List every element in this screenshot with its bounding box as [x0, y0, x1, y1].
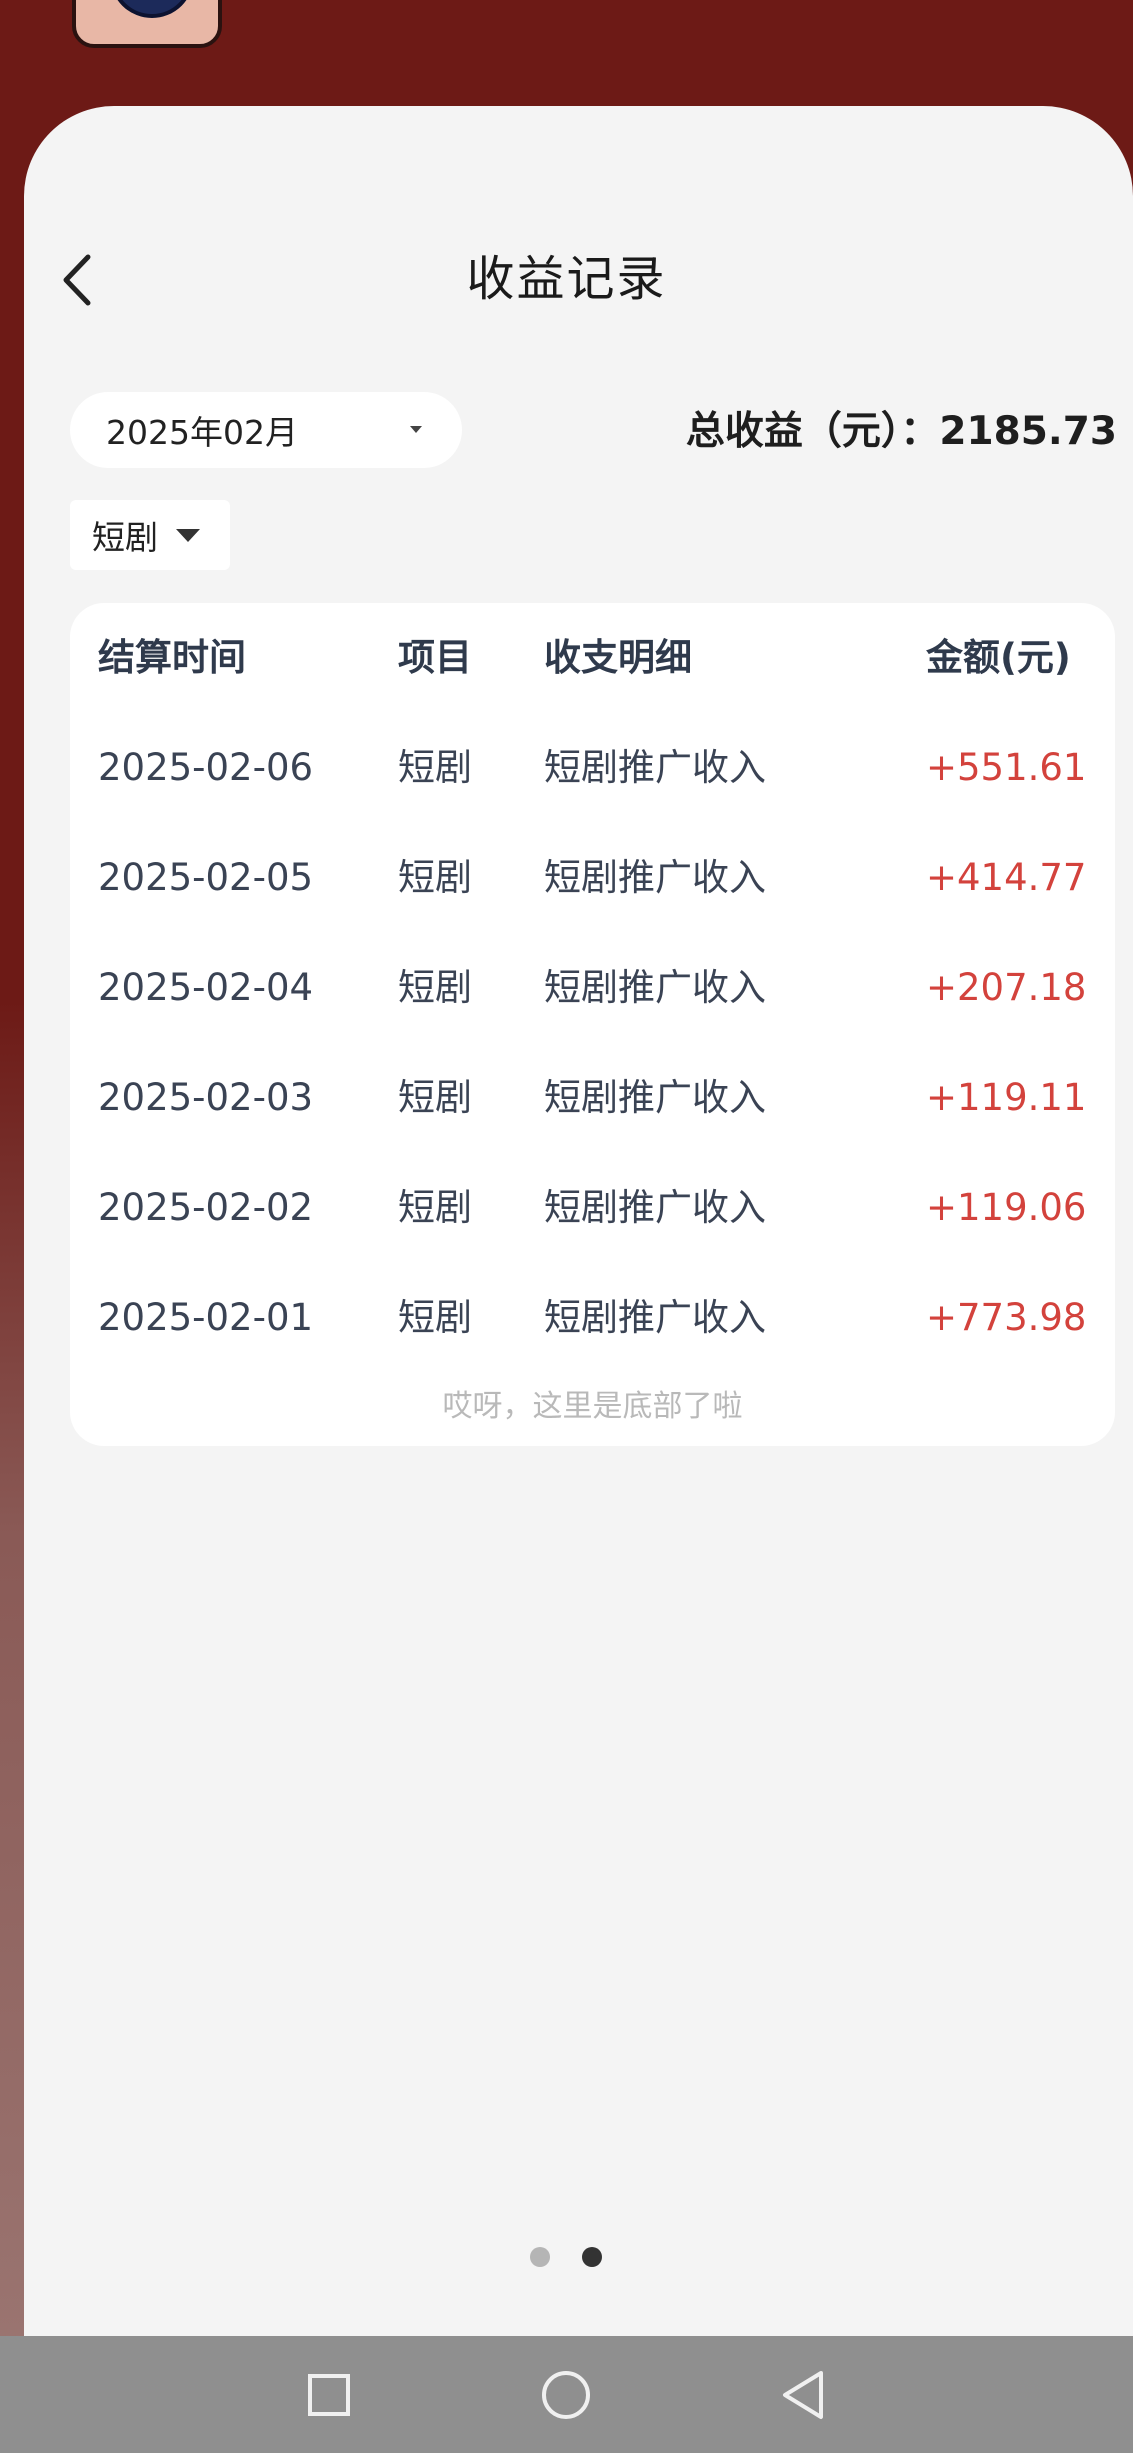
row-date: 2025-02-04	[98, 966, 314, 1009]
home-button[interactable]	[511, 2336, 621, 2453]
row-project: 短剧	[398, 1076, 472, 1119]
caret-down-icon	[410, 426, 422, 433]
row-amount: +773.98	[926, 1296, 1087, 1339]
column-header-project: 项目	[398, 636, 472, 679]
end-of-list-note: 哎呀，这里是底部了啦	[442, 1389, 743, 1424]
column-header-amount: 金额(元)	[926, 636, 1071, 679]
system-navigation-bar	[0, 2336, 1133, 2453]
row-amount: +119.11	[926, 1076, 1087, 1119]
column-header-detail: 收支明细	[544, 636, 692, 679]
column-header-date: 结算时间	[98, 636, 246, 679]
row-amount: +414.77	[926, 856, 1087, 899]
income-table: 结算时间 项目 收支明细 金额(元) 2025-02-06 短剧 短剧推广收入 …	[70, 603, 1115, 1446]
row-date: 2025-02-06	[98, 746, 314, 789]
total-income-value: 2185.73	[939, 409, 1117, 454]
row-project: 短剧	[398, 1296, 472, 1339]
total-income-label: 总收益（元）：	[685, 409, 940, 454]
row-date: 2025-02-01	[98, 1296, 314, 1339]
row-amount: +551.61	[926, 746, 1087, 789]
row-date: 2025-02-02	[98, 1186, 314, 1229]
row-detail: 短剧推广收入	[544, 966, 766, 1009]
row-detail: 短剧推广收入	[544, 1186, 766, 1229]
triangle-back-icon	[783, 2370, 823, 2419]
app-name-partial	[262, 0, 298, 38]
page-indicator	[530, 2247, 602, 2267]
month-picker-value: 2025年02月	[106, 413, 298, 452]
category-filter[interactable]: 短剧	[70, 500, 230, 570]
row-detail: 短剧推广收入	[544, 856, 766, 899]
row-detail: 短剧推广收入	[544, 1296, 766, 1339]
month-picker[interactable]: 2025年02月	[70, 392, 462, 468]
square-recents-icon	[308, 2373, 350, 2416]
row-project: 短剧	[398, 1186, 472, 1229]
recents-button[interactable]	[274, 2336, 384, 2453]
row-amount: +207.18	[926, 966, 1087, 1009]
row-project: 短剧	[398, 856, 472, 899]
page-title: 收益记录	[466, 251, 667, 307]
total-income: 总收益（元）：2185.73	[686, 400, 1117, 464]
page-dot-active[interactable]	[582, 2247, 602, 2267]
category-filter-value: 短剧	[92, 518, 158, 557]
row-detail: 短剧推广收入	[544, 746, 766, 789]
row-date: 2025-02-03	[98, 1076, 314, 1119]
row-detail: 短剧推广收入	[544, 1076, 766, 1119]
back-nav-button[interactable]	[748, 2336, 858, 2453]
row-project: 短剧	[398, 746, 472, 789]
row-date: 2025-02-05	[98, 856, 314, 899]
app-icon[interactable]	[72, 0, 222, 48]
row-amount: +119.06	[926, 1186, 1087, 1229]
page-dot[interactable]	[530, 2247, 550, 2267]
caret-down-icon	[176, 528, 200, 542]
row-project: 短剧	[398, 966, 472, 1009]
circle-home-icon	[542, 2370, 590, 2419]
